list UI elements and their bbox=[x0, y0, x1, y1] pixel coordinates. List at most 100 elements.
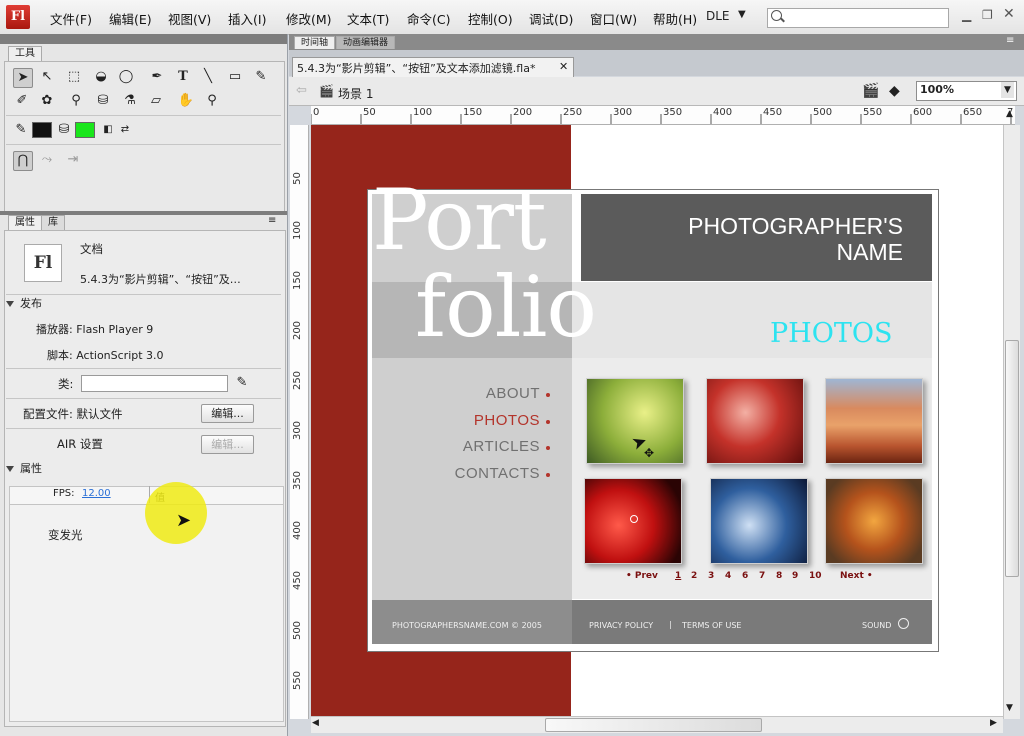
photo-thumbnail[interactable] bbox=[825, 478, 923, 564]
section-properties[interactable]: 属性 bbox=[6, 460, 282, 478]
photo-thumbnail[interactable] bbox=[706, 378, 804, 464]
pagination-page[interactable]: 3 bbox=[708, 571, 714, 581]
menu-text[interactable]: 文本(T) bbox=[347, 9, 389, 28]
stroke-color-swatch[interactable] bbox=[32, 122, 52, 138]
divider bbox=[6, 368, 281, 369]
ruler-label: 400 bbox=[713, 107, 733, 118]
pagination-page[interactable]: 4 bbox=[725, 571, 731, 581]
menu-insert[interactable]: 插入(I) bbox=[228, 9, 266, 28]
pagination-next[interactable]: Next • bbox=[840, 571, 873, 581]
edit-bar bbox=[289, 77, 1024, 106]
text-tool-icon[interactable]: T bbox=[174, 68, 192, 86]
nav-bullet bbox=[546, 420, 550, 424]
pagination-page[interactable]: 6 bbox=[742, 571, 748, 581]
nav-about[interactable]: ABOUT bbox=[370, 385, 540, 402]
pagination-page[interactable]: 7 bbox=[759, 571, 765, 581]
ruler-label: 150 bbox=[463, 107, 483, 118]
eyedropper-icon[interactable]: ⚗ bbox=[121, 92, 139, 110]
free-transform-icon[interactable]: ⬚ bbox=[65, 68, 83, 86]
nav-bullet bbox=[546, 393, 550, 397]
menu-control[interactable]: 控制(O) bbox=[468, 9, 513, 28]
menu-edit[interactable]: 编辑(E) bbox=[109, 9, 152, 28]
menu-modify[interactable]: 修改(M) bbox=[286, 9, 332, 28]
nav-contacts[interactable]: CONTACTS bbox=[370, 465, 540, 482]
tab-motion-editor[interactable]: 动画编辑器 bbox=[336, 36, 396, 49]
menu-view[interactable]: 视图(V) bbox=[168, 9, 211, 28]
pagination-page[interactable]: 10 bbox=[809, 571, 822, 581]
black-white-icon[interactable]: ◧ bbox=[99, 121, 117, 139]
subselection-tool-icon[interactable]: ↖ bbox=[38, 68, 56, 86]
tab-library[interactable]: 库 bbox=[41, 215, 65, 230]
help-search-input[interactable] bbox=[767, 8, 949, 28]
close-icon[interactable]: ✕ bbox=[1003, 6, 1015, 22]
chevron-down-icon[interactable]: ▼ bbox=[738, 9, 746, 20]
workspace-switcher[interactable]: DLE bbox=[706, 9, 730, 23]
hand-tool-icon[interactable]: ✋ bbox=[177, 92, 195, 110]
pagination-page[interactable]: 9 bbox=[792, 571, 798, 581]
menu-file[interactable]: 文件(F) bbox=[50, 9, 92, 28]
rectangle-tool-icon[interactable]: ▭ bbox=[226, 68, 244, 86]
pagination-page[interactable]: 8 bbox=[776, 571, 782, 581]
edit-class-pencil-icon[interactable]: ✎ bbox=[233, 374, 251, 392]
vertical-scroll-thumb[interactable] bbox=[1005, 340, 1019, 577]
swap-colors-icon[interactable]: ⇄ bbox=[116, 121, 134, 139]
chevron-down-icon[interactable]: ▼ bbox=[1001, 82, 1014, 98]
minimize-icon[interactable]: ▁ bbox=[962, 8, 971, 22]
3d-rotation-icon[interactable]: ◒ bbox=[92, 68, 110, 86]
photo-thumbnail[interactable] bbox=[825, 378, 923, 464]
lasso-icon[interactable]: ◯ bbox=[117, 68, 135, 86]
paint-bucket-icon[interactable]: ⛁ bbox=[94, 92, 112, 110]
filter-item[interactable]: 变发光 bbox=[48, 527, 83, 543]
nav-articles[interactable]: ARTICLES bbox=[370, 438, 540, 455]
menu-debug[interactable]: 调试(D) bbox=[529, 9, 573, 28]
scroll-up-icon[interactable]: ▲ bbox=[1006, 109, 1013, 119]
pen-tool-icon[interactable]: ✒ bbox=[148, 68, 166, 86]
footer-privacy-link[interactable]: PRIVACY POLICY bbox=[589, 621, 653, 630]
brush-tool-icon[interactable]: ✐ bbox=[13, 92, 31, 110]
edit-scene-icon[interactable]: 🎬 bbox=[862, 83, 879, 99]
timeline-tabbar bbox=[289, 34, 1024, 50]
selection-tool-icon[interactable]: ➤ bbox=[13, 68, 33, 88]
back-arrow-icon[interactable]: ⇦ bbox=[296, 83, 307, 98]
close-tab-icon[interactable]: ✕ bbox=[559, 60, 568, 73]
fill-color-swatch[interactable] bbox=[75, 122, 95, 138]
tab-timeline[interactable]: 时间轴 bbox=[294, 36, 336, 49]
snap-magnet-icon[interactable]: ⋂ bbox=[13, 151, 33, 171]
tab-tools[interactable]: 工具 bbox=[8, 46, 42, 61]
footer-terms-link[interactable]: TERMS OF USE bbox=[682, 621, 741, 630]
footer-sound-toggle[interactable]: SOUND bbox=[862, 621, 891, 630]
bone-tool-icon[interactable]: ⚲ bbox=[67, 92, 85, 110]
pagination-prev[interactable]: • Prev bbox=[626, 571, 658, 581]
nav-photos[interactable]: PHOTOS bbox=[370, 412, 540, 429]
edit-air-button[interactable]: 编辑... bbox=[201, 435, 254, 454]
sound-icon[interactable] bbox=[898, 618, 909, 629]
line-tool-icon[interactable]: ╲ bbox=[199, 68, 217, 86]
fps-value[interactable]: 12.00 bbox=[82, 488, 111, 499]
pagination-page[interactable]: 2 bbox=[691, 571, 697, 581]
photographer-name: PHOTOGRAPHER'S NAME bbox=[600, 213, 903, 265]
photographer-name-line2: NAME bbox=[836, 239, 903, 265]
pagination-page[interactable]: 1 bbox=[675, 571, 681, 581]
tab-properties[interactable]: 属性 bbox=[8, 215, 42, 230]
section-publish[interactable]: 发布 bbox=[6, 295, 282, 313]
scroll-down-icon[interactable]: ▼ bbox=[1006, 703, 1013, 713]
menu-window[interactable]: 窗口(W) bbox=[590, 9, 637, 28]
straighten-icon[interactable]: ⇥ bbox=[64, 151, 82, 169]
scroll-right-icon[interactable]: ▶ bbox=[990, 718, 997, 728]
deco-tool-icon[interactable]: ✿ bbox=[38, 92, 56, 110]
panel-menu-icon[interactable]: ≡ bbox=[1006, 35, 1014, 46]
menu-help[interactable]: 帮助(H) bbox=[653, 9, 697, 28]
class-input[interactable] bbox=[81, 375, 228, 392]
pencil-tool-icon[interactable]: ✎ bbox=[252, 68, 270, 86]
photo-thumbnail[interactable] bbox=[710, 478, 808, 564]
scroll-left-icon[interactable]: ◀ bbox=[312, 718, 319, 728]
restore-icon[interactable]: ❐ bbox=[982, 8, 993, 22]
smooth-icon[interactable]: ⤳ bbox=[38, 151, 56, 169]
menu-commands[interactable]: 命令(C) bbox=[407, 9, 450, 28]
horizontal-scroll-thumb[interactable] bbox=[545, 718, 762, 732]
edit-symbols-icon[interactable]: ◆ bbox=[889, 83, 900, 99]
zoom-tool-icon[interactable]: ⚲ bbox=[203, 92, 221, 110]
panel-menu-icon[interactable]: ≡ bbox=[268, 215, 276, 226]
eraser-tool-icon[interactable]: ▱ bbox=[147, 92, 165, 110]
edit-profile-button[interactable]: 编辑... bbox=[201, 404, 254, 423]
